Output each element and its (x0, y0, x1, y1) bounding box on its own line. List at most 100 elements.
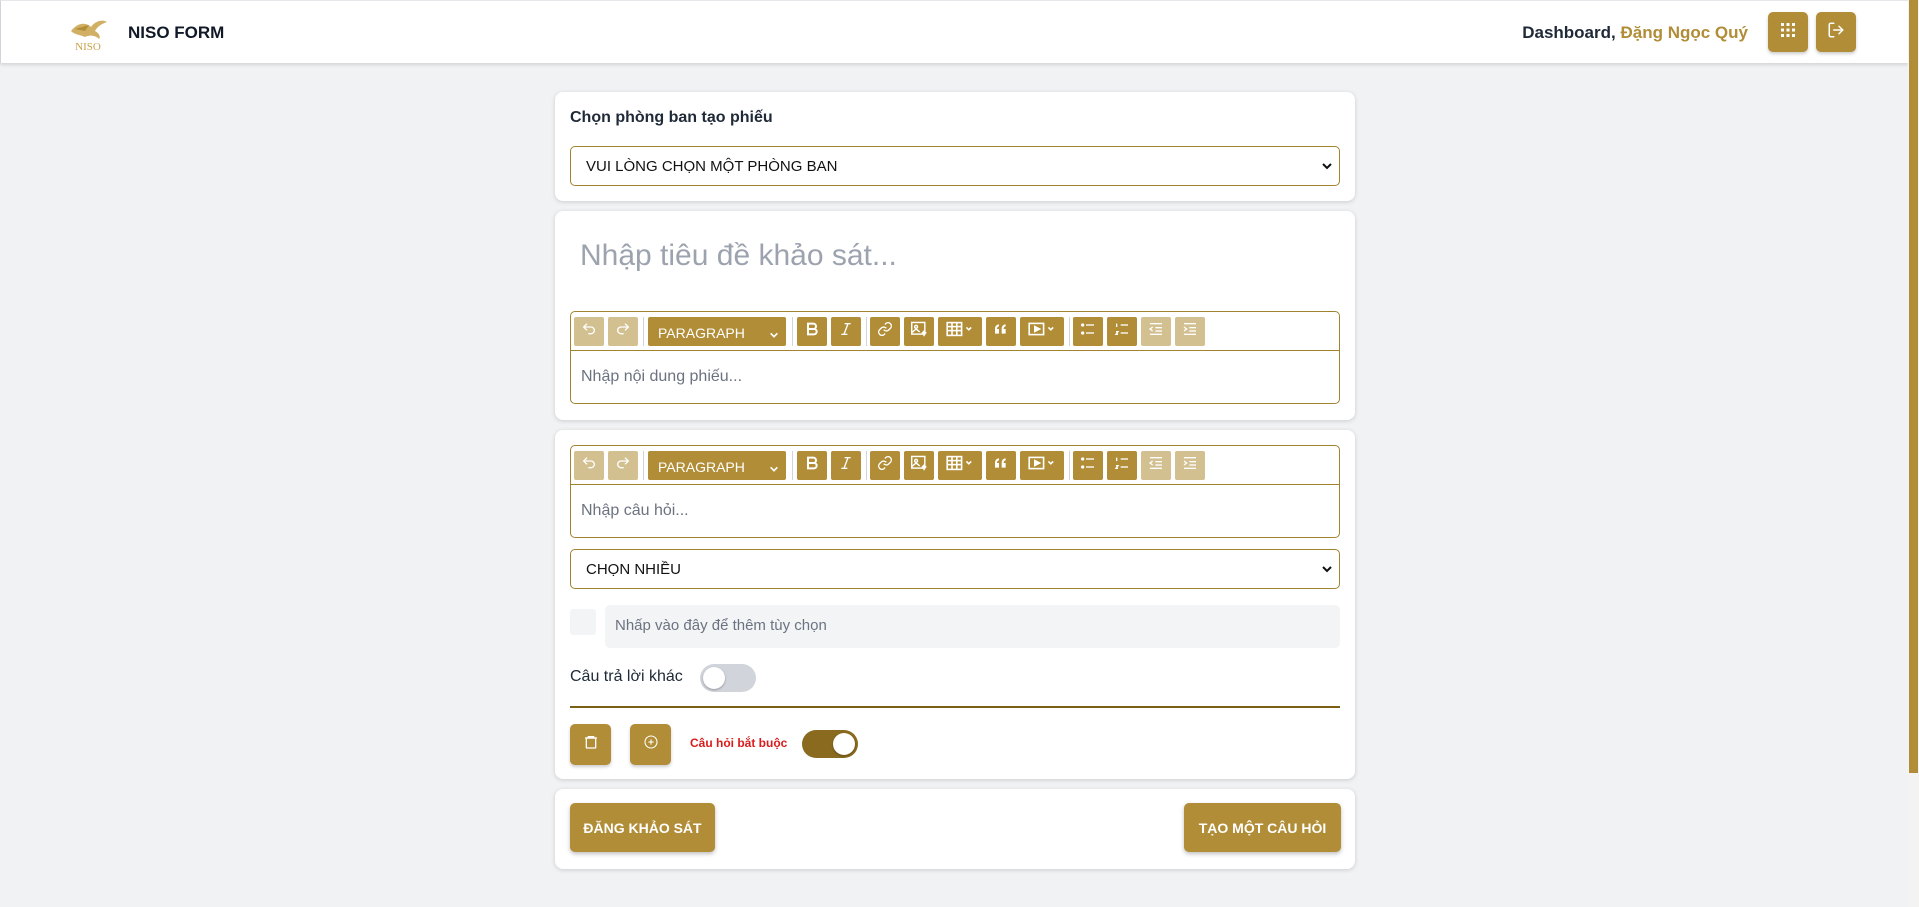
insert-table-button[interactable] (938, 451, 982, 480)
bold-button[interactable] (797, 317, 827, 346)
numbered-list-icon (1114, 455, 1130, 476)
add-option-input[interactable]: Nhấp vào đây để thêm tùy chọn (605, 605, 1340, 648)
other-answer-toggle[interactable] (700, 664, 756, 692)
video-icon (1027, 455, 1057, 476)
table-icon (945, 455, 975, 476)
insert-table-button[interactable] (938, 317, 982, 346)
apps-menu-button[interactable] (1768, 12, 1808, 52)
department-select[interactable]: VUI LÒNG CHỌN MỘT PHÒNG BAN (570, 146, 1340, 186)
survey-title-input[interactable]: Nhập tiêu đề khảo sát... (580, 239, 897, 273)
question-card: PARAGRAPH Nhập câu hỏi... CHỌN NHIỀU Nhấ… (555, 430, 1355, 779)
toggle-knob (833, 733, 855, 755)
department-card: Chọn phòng ban tạo phiếu VUI LÒNG CHỌN M… (555, 92, 1355, 201)
delete-question-button[interactable] (570, 724, 611, 765)
undo-icon (581, 321, 597, 342)
required-toggle[interactable] (802, 730, 858, 758)
outdent-icon (1148, 455, 1164, 476)
niso-logo[interactable]: NISO (65, 13, 111, 53)
logout-icon (1827, 21, 1845, 44)
bold-button[interactable] (797, 451, 827, 480)
indent-button[interactable] (1175, 317, 1205, 346)
publish-survey-button[interactable]: ĐĂNG KHẢO SÁT (570, 803, 715, 852)
outdent-button[interactable] (1141, 317, 1171, 346)
page-scrollbar[interactable] (1908, 0, 1919, 907)
plus-circle-icon (643, 734, 659, 755)
other-answer-label: Câu trả lời khác (570, 668, 683, 685)
video-icon (1027, 321, 1057, 342)
blockquote-button[interactable] (986, 317, 1016, 346)
insert-media-button[interactable] (1020, 317, 1064, 346)
block-type-dropdown[interactable]: PARAGRAPH (648, 451, 786, 480)
department-label: Chọn phòng ban tạo phiếu (570, 109, 773, 126)
bullet-list-icon (1080, 455, 1096, 476)
link-icon (877, 321, 893, 342)
link-icon (877, 455, 893, 476)
bullet-list-icon (1080, 321, 1096, 342)
outdent-icon (1148, 321, 1164, 342)
editor-toolbar: PARAGRAPH (571, 312, 1339, 351)
chevron-down-icon (1321, 159, 1333, 176)
question-divider (570, 706, 1340, 708)
question-type-select[interactable]: CHỌN NHIỀU (570, 549, 1340, 589)
insert-image-button[interactable] (904, 317, 934, 346)
user-greeting: Dashboard, Đặng Ngọc Quý (1522, 23, 1748, 43)
outdent-button[interactable] (1141, 451, 1171, 480)
redo-button[interactable] (608, 317, 638, 346)
numbered-list-button[interactable] (1107, 451, 1137, 480)
question-editor: PARAGRAPH Nhập câu hỏi... (570, 445, 1340, 538)
italic-icon (838, 455, 854, 476)
indent-icon (1182, 455, 1198, 476)
duplicate-question-button[interactable] (630, 724, 671, 765)
table-icon (945, 321, 975, 342)
toggle-knob (703, 667, 725, 689)
image-upload-icon (910, 455, 928, 476)
bold-icon (804, 321, 820, 342)
link-button[interactable] (870, 317, 900, 346)
block-type-dropdown[interactable]: PARAGRAPH (648, 317, 786, 346)
italic-icon (838, 321, 854, 342)
redo-button[interactable] (608, 451, 638, 480)
quote-icon (993, 321, 1009, 342)
content-editor: PARAGRAPH Nhập nội dung phiếu... (570, 311, 1340, 404)
user-name[interactable]: Đặng Ngọc Quý (1620, 23, 1748, 42)
redo-icon (615, 455, 631, 476)
question-type-value: CHỌN NHIỀU (586, 561, 682, 578)
numbered-list-button[interactable] (1107, 317, 1137, 346)
content-input[interactable]: Nhập nội dung phiếu... (571, 351, 1339, 403)
bullet-list-button[interactable] (1073, 451, 1103, 480)
required-label: Câu hỏi bắt buộc (690, 736, 788, 750)
chevron-down-icon (1321, 562, 1333, 579)
undo-button[interactable] (574, 451, 604, 480)
create-question-button[interactable]: TẠO MỘT CÂU HỎI (1184, 803, 1341, 852)
top-navbar: NISO NISO FORM Dashboard, Đặng Ngọc Quý (0, 0, 1908, 63)
quote-icon (993, 455, 1009, 476)
image-upload-icon (910, 321, 928, 342)
chevron-down-icon (769, 461, 779, 477)
department-selected-value: VUI LÒNG CHỌN MỘT PHÒNG BAN (586, 158, 838, 175)
svg-text:NISO: NISO (75, 41, 101, 53)
indent-button[interactable] (1175, 451, 1205, 480)
undo-button[interactable] (574, 317, 604, 346)
link-button[interactable] (870, 451, 900, 480)
trash-icon (583, 734, 599, 755)
undo-icon (581, 455, 597, 476)
brand-title: NISO FORM (128, 23, 225, 42)
italic-button[interactable] (831, 451, 861, 480)
bold-icon (804, 455, 820, 476)
bullet-list-button[interactable] (1073, 317, 1103, 346)
option-checkbox[interactable] (570, 609, 596, 635)
question-input[interactable]: Nhập câu hỏi... (571, 485, 1339, 537)
editor-toolbar: PARAGRAPH (571, 446, 1339, 485)
logout-button[interactable] (1816, 12, 1856, 52)
insert-media-button[interactable] (1020, 451, 1064, 480)
scrollbar-thumb[interactable] (1909, 0, 1918, 773)
blockquote-button[interactable] (986, 451, 1016, 480)
indent-icon (1182, 321, 1198, 342)
survey-info-card: Nhập tiêu đề khảo sát... PARAGRAPH Nhập … (555, 211, 1355, 420)
italic-button[interactable] (831, 317, 861, 346)
grid-icon (1781, 22, 1795, 42)
insert-image-button[interactable] (904, 451, 934, 480)
numbered-list-icon (1114, 321, 1130, 342)
block-type-label: PARAGRAPH (658, 325, 745, 341)
chevron-down-icon (769, 327, 779, 343)
